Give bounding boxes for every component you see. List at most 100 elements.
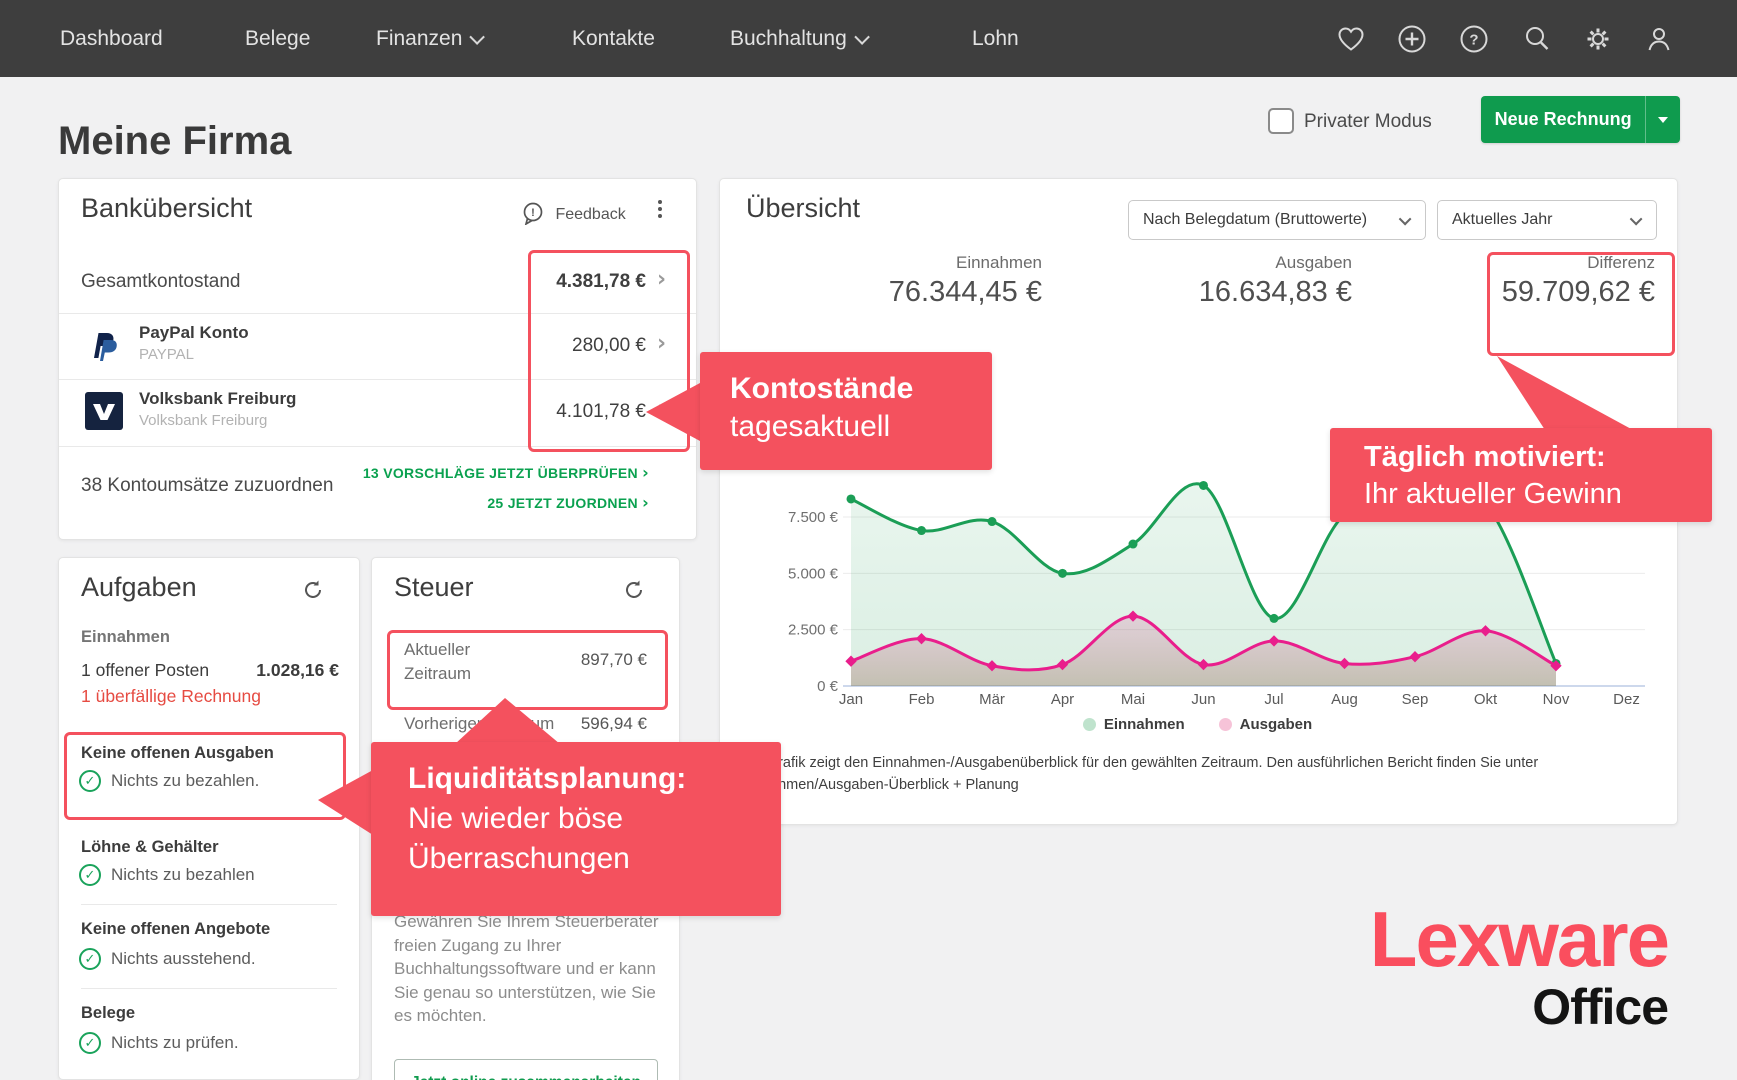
svg-text:0 €: 0 € (817, 678, 839, 695)
callout-line: Kontostände (730, 370, 992, 408)
user-icon[interactable] (1643, 23, 1675, 55)
svg-text:Mär: Mär (979, 691, 1005, 708)
overdue-invoice-label[interactable]: 1 überfällige Rechnung (81, 686, 261, 707)
refresh-icon[interactable] (622, 578, 646, 607)
feedback-button[interactable]: ! Feedback (521, 201, 626, 225)
callout-bank-balances: Kontostände tagesaktuell (700, 352, 992, 470)
top-nav: Dashboard Belege Finanzen Kontakte Buchh… (0, 0, 1737, 77)
legend-dot-pink (1219, 718, 1232, 731)
nav-label: Dashboard (60, 27, 163, 51)
account-name: PayPal Konto (139, 323, 249, 343)
account-name: Volksbank Freiburg (139, 389, 296, 409)
current-period-value: 897,70 € (527, 650, 647, 670)
nav-lohn[interactable]: Lohn (972, 27, 1019, 51)
income-section-header: Einnahmen (81, 628, 170, 647)
previous-period-value: 596,94 € (527, 714, 647, 734)
legend-einnahmen: Einnahmen (1083, 716, 1185, 733)
heart-icon[interactable] (1335, 23, 1367, 55)
lexware-office-logo: Lexware Office (1370, 900, 1668, 1032)
total-balance-label: Gesamtkontostand (81, 271, 240, 293)
stat-label-ausgaben: Ausgaben (1152, 253, 1352, 273)
callout-line: Liquiditätsplanung: (408, 759, 781, 799)
chevron-down-icon (470, 29, 486, 45)
task-group-title: Löhne & Gehälter (81, 838, 219, 857)
task-status: Nichts zu bezahlen (111, 865, 255, 885)
dropdown-value: Nach Belegdatum (Bruttowerte) (1143, 211, 1367, 229)
private-mode-checkbox[interactable] (1268, 108, 1294, 134)
dropdown-value: Aktuelles Jahr (1452, 211, 1553, 229)
help-icon[interactable]: ? (1458, 23, 1490, 55)
private-mode-label: Privater Modus (1304, 111, 1432, 133)
nav-belege[interactable]: Belege (245, 27, 310, 51)
callout-line: Ihr aktueller Gewinn (1364, 476, 1712, 513)
chart-legend: Einnahmen Ausgaben (719, 716, 1676, 733)
chevron-down-icon (1630, 212, 1643, 225)
callout-line: Nie wieder böse (408, 799, 781, 839)
search-icon[interactable] (1521, 23, 1553, 55)
new-invoice-dropdown[interactable] (1645, 96, 1680, 143)
link-label: 13 VORSCHLÄGE JETZT ÜBERPRÜFEN (363, 465, 638, 481)
tasks-card: Aufgaben Einnahmen 1 offener Posten 1.02… (58, 557, 360, 1080)
stat-label-einnahmen: Einnahmen (842, 253, 1042, 273)
open-item-value: 1.028,16 € (199, 660, 339, 681)
filter-mode-dropdown[interactable]: Nach Belegdatum (Bruttowerte) (1128, 200, 1426, 240)
feedback-label: Feedback (555, 206, 625, 223)
tax-card-title: Steuer (394, 572, 474, 603)
refresh-icon[interactable] (301, 578, 325, 607)
nav-finanzen[interactable]: Finanzen (376, 27, 484, 51)
review-suggestions-link[interactable]: 13 VORSCHLÄGE JETZT ÜBERPRÜFEN › (309, 463, 649, 482)
total-balance-value: 4.381,78 € (449, 271, 646, 293)
svg-text:2.500 €: 2.500 € (788, 622, 839, 639)
stat-value-ausgaben: 16.634,83 € (1152, 276, 1352, 309)
stat-value-differenz: 59.709,62 € (1455, 276, 1655, 309)
chevron-right-icon: › (657, 331, 666, 356)
nav-kontakte[interactable]: Kontakte (572, 27, 655, 51)
unassigned-transactions-label: 38 Kontoumsätze zuzuordnen (81, 475, 333, 497)
svg-text:Mai: Mai (1121, 691, 1145, 708)
chevron-down-icon (854, 29, 870, 45)
caret-down-icon (1658, 117, 1668, 123)
svg-text:Jun: Jun (1191, 691, 1215, 708)
svg-text:Jul: Jul (1264, 691, 1283, 708)
task-group-title: Keine offenen Ausgaben (81, 744, 274, 763)
nav-buchhaltung[interactable]: Buchhaltung (730, 27, 869, 51)
account-row-paypal[interactable]: PayPal Konto PAYPAL 280,00 € › (59, 313, 696, 379)
account-subtitle: PAYPAL (139, 346, 194, 363)
kebab-menu-icon[interactable] (657, 197, 663, 221)
task-status-row: ✓Nichts zu bezahlen. (79, 770, 259, 792)
svg-text:Feb: Feb (909, 691, 935, 708)
svg-text:7.500 €: 7.500 € (788, 509, 839, 526)
collaborate-online-button[interactable]: Jetzt online zusammenarbeiten (394, 1059, 658, 1080)
button-label: Jetzt online zusammenarbeiten (411, 1074, 641, 1080)
svg-text:Jan: Jan (839, 691, 863, 708)
chevron-right-icon: › (642, 463, 649, 482)
filter-period-dropdown[interactable]: Aktuelles Jahr (1437, 200, 1657, 240)
callout-liquidity: Liquiditätsplanung: Nie wieder böse Über… (371, 742, 781, 916)
svg-text:Apr: Apr (1051, 691, 1074, 708)
assign-now-link[interactable]: 25 JETZT ZUORDNEN › (309, 493, 649, 512)
task-status-row: ✓Nichts zu bezahlen (79, 864, 255, 886)
task-status-row: ✓Nichts zu prüfen. (79, 1032, 239, 1054)
tax-description: Gewähren Sie Ihrem Steuerberater freien … (394, 910, 662, 1028)
task-status: Nichts zu bezahlen. (111, 771, 259, 791)
page-title: Meine Firma (58, 119, 291, 164)
account-balance: 4.101,78 € (449, 401, 646, 423)
current-period-label-2: Zeitraum (404, 664, 471, 684)
callout-line: tagesaktuell (730, 408, 992, 446)
callout-daily-profit: Täglich motiviert: Ihr aktueller Gewinn (1330, 428, 1712, 522)
nav-dashboard[interactable]: Dashboard (60, 27, 163, 51)
logo-lexware: Lexware (1370, 900, 1668, 978)
svg-text:?: ? (1469, 32, 1478, 49)
check-icon: ✓ (79, 1032, 101, 1054)
new-invoice-button[interactable]: Neue Rechnung (1481, 96, 1680, 143)
svg-text:Dez: Dez (1613, 691, 1640, 708)
chevron-right-icon[interactable]: › (657, 267, 666, 292)
legend-label: Einnahmen (1104, 716, 1185, 733)
plus-circle-icon[interactable] (1396, 23, 1428, 55)
settings-icon[interactable] (1582, 23, 1614, 55)
nav-label: Belege (245, 27, 310, 51)
account-row-volksbank[interactable]: Volksbank Freiburg Volksbank Freiburg 4.… (59, 379, 696, 445)
bank-card-title: Bankübersicht (81, 193, 252, 224)
legend-dot-green (1083, 718, 1096, 731)
current-period-label-1: Aktueller (404, 640, 470, 660)
